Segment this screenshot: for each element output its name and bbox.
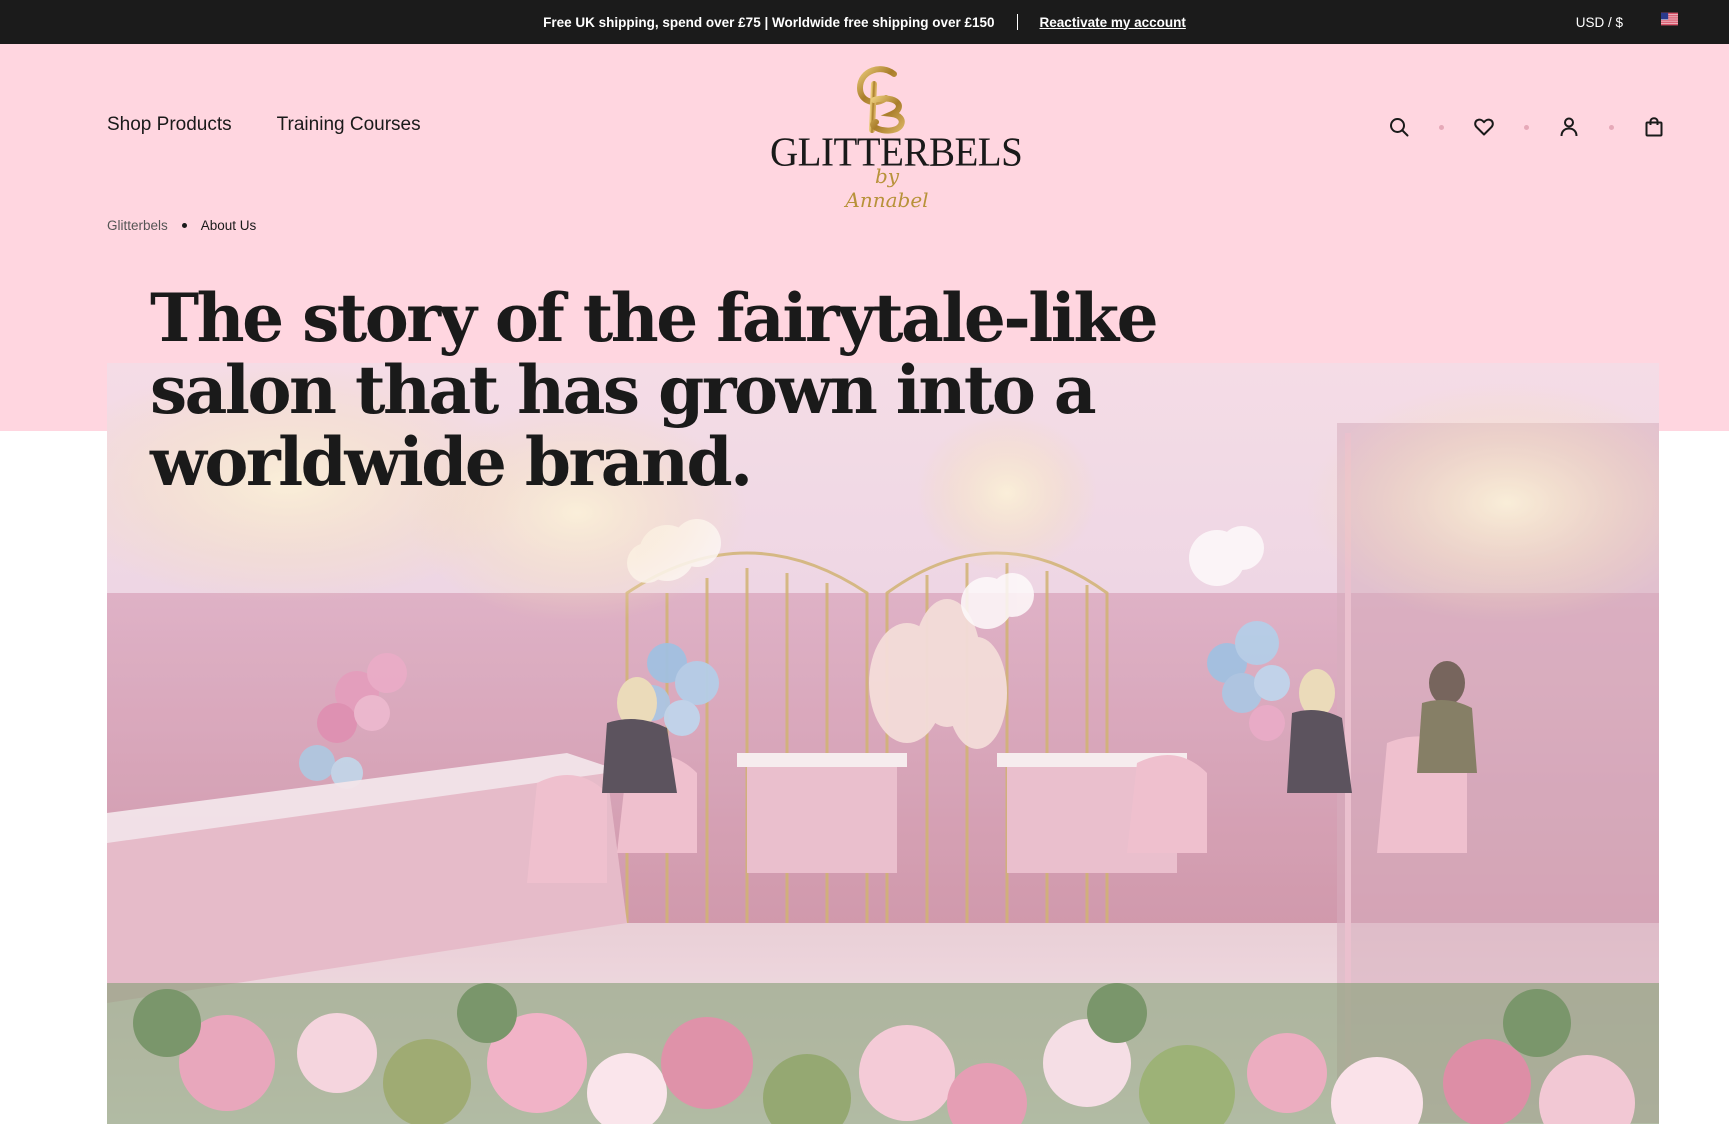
shipping-message: Free UK shipping, spend over £75 | World… — [543, 14, 995, 30]
site-logo[interactable]: GLITTERBELS by Annabel — [770, 64, 1023, 212]
icon-separator-dot — [1609, 124, 1614, 130]
cart-icon[interactable] — [1643, 116, 1665, 138]
nav-shop-products[interactable]: Shop Products — [107, 114, 232, 136]
currency-selector[interactable]: USD / $ — [1576, 0, 1623, 44]
heart-icon[interactable] — [1473, 116, 1495, 138]
icon-separator-dot — [1524, 124, 1529, 130]
header-icons — [1388, 116, 1665, 138]
logo-monogram-icon — [856, 66, 905, 134]
announcement-bar: Free UK shipping, spend over £75 | World… — [0, 0, 1729, 44]
search-icon[interactable] — [1388, 116, 1410, 138]
reactivate-account-link[interactable]: Reactivate my account — [1040, 15, 1186, 30]
us-flag-icon[interactable] — [1661, 12, 1678, 26]
main-nav: Shop Products Training Courses — [107, 114, 421, 136]
announcement-message-row: Free UK shipping, spend over £75 | World… — [0, 0, 1729, 44]
breadcrumb: Glitterbels About Us — [107, 218, 256, 233]
breadcrumb-current: About Us — [200, 218, 257, 233]
icon-separator-dot — [1439, 124, 1444, 130]
breadcrumb-home-link[interactable]: Glitterbels — [107, 218, 168, 233]
nav-training-courses[interactable]: Training Courses — [277, 114, 421, 136]
account-icon[interactable] — [1558, 116, 1580, 138]
breadcrumb-separator — [181, 223, 187, 228]
logo-tagline: by Annabel — [845, 164, 929, 212]
page-title: The story of the fairytale-like salon th… — [150, 279, 1159, 501]
announcement-divider — [1016, 14, 1018, 30]
